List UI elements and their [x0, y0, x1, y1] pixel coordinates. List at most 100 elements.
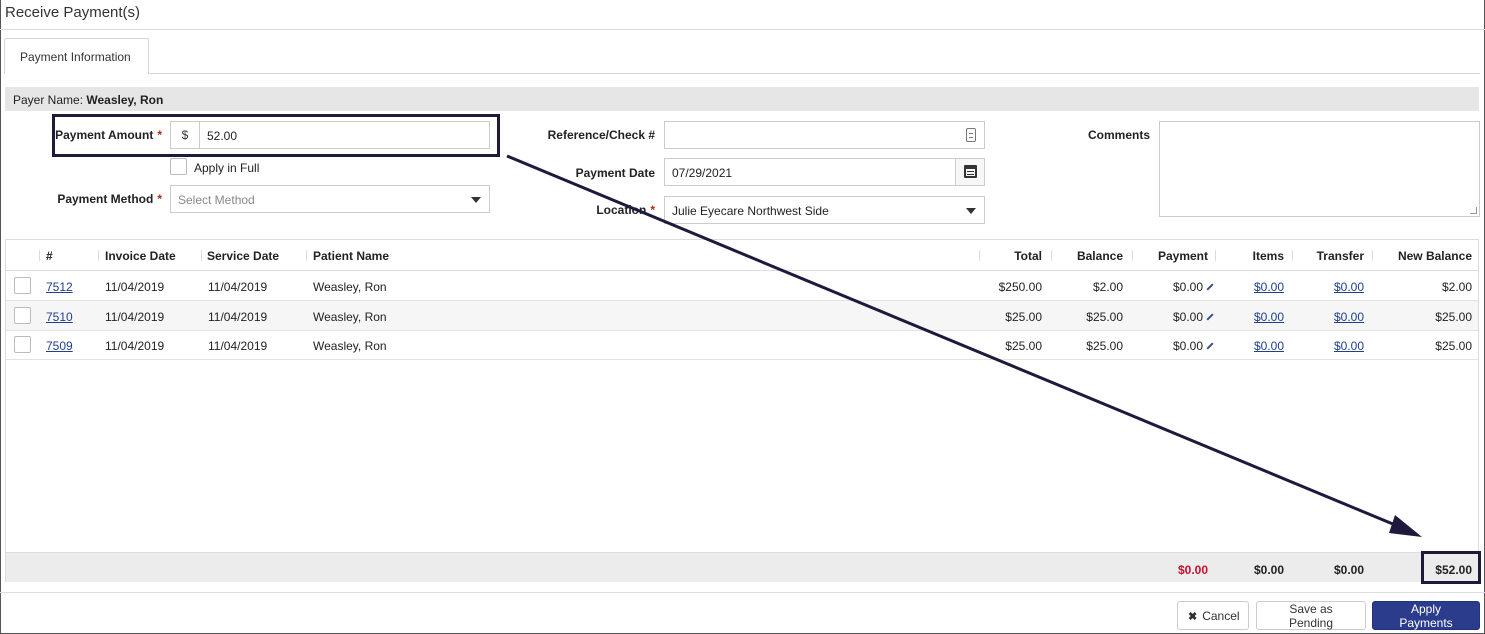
cancel-button[interactable]: ✖ Cancel — [1177, 601, 1249, 630]
column-separator — [306, 250, 307, 261]
total-cell: $250.00 — [998, 280, 1042, 294]
location-select[interactable]: Julie Eyecare Northwest Side — [664, 196, 985, 224]
items-link[interactable]: $0.00 — [1254, 339, 1284, 353]
total-cell: $25.00 — [1005, 339, 1042, 353]
service-date-cell: 11/04/2019 — [208, 310, 268, 324]
col-patient-name[interactable]: Patient Name — [313, 249, 389, 263]
new-balance-cell: $2.00 — [1441, 280, 1472, 294]
reference-lookup-icon[interactable] — [966, 128, 976, 142]
column-separator — [1372, 250, 1373, 261]
items-link[interactable]: $0.00 — [1254, 310, 1284, 324]
required-marker: * — [157, 192, 162, 206]
column-separator — [1051, 250, 1052, 261]
payment-date-value: 07/29/2021 — [672, 166, 733, 180]
column-separator — [98, 250, 99, 261]
column-separator — [1132, 250, 1133, 261]
payment-method-select[interactable]: Select Method — [170, 185, 490, 213]
invoice-link[interactable]: 7512 — [46, 280, 73, 294]
col-items[interactable]: Items — [1253, 249, 1284, 263]
row-select-checkbox[interactable] — [14, 277, 31, 294]
balance-cell: $25.00 — [1086, 310, 1123, 324]
service-date-cell: 11/04/2019 — [208, 339, 268, 353]
total-cell: $25.00 — [1005, 310, 1042, 324]
payment-method-label-text: Payment Method — [57, 192, 154, 206]
comments-label: Comments — [1087, 128, 1150, 142]
payer-bar: Payer Name: Weasley, Ron — [5, 87, 1479, 111]
payment-value: $0.00 — [1172, 310, 1203, 324]
calendar-button[interactable] — [955, 159, 984, 185]
annotation-highlight-new-balance — [1421, 551, 1481, 584]
invoice-date-cell: 11/04/2019 — [105, 310, 165, 324]
invoice-link[interactable]: 7509 — [46, 339, 73, 353]
table-row[interactable]: 7512 11/04/2019 11/04/2019 Weasley, Ron … — [6, 271, 1478, 301]
reference-input[interactable] — [664, 121, 985, 149]
col-total[interactable]: Total — [1014, 249, 1042, 263]
table-header: # Invoice Date Service Date Patient Name… — [6, 240, 1478, 271]
row-select-checkbox[interactable] — [14, 336, 31, 353]
table-row[interactable]: 7509 11/04/2019 11/04/2019 Weasley, Ron … — [6, 330, 1478, 360]
edit-pencil-icon[interactable] — [1206, 283, 1214, 291]
col-transfer[interactable]: Transfer — [1317, 249, 1364, 263]
edit-pencil-icon[interactable] — [1206, 313, 1214, 321]
payer-label: Payer Name: — [13, 93, 84, 107]
column-separator — [201, 250, 202, 261]
required-marker: * — [650, 203, 655, 217]
invoice-date-cell: 11/04/2019 — [105, 339, 165, 353]
col-balance[interactable]: Balance — [1077, 249, 1123, 263]
dialog-title: Receive Payment(s) — [5, 4, 141, 21]
col-payment[interactable]: Payment — [1158, 249, 1208, 263]
apply-payments-button[interactable]: Apply Payments — [1372, 601, 1480, 630]
invoice-link[interactable]: 7510 — [46, 310, 73, 324]
reference-label: Reference/Check # — [547, 128, 655, 142]
col-service-date[interactable]: Service Date — [207, 249, 279, 263]
resize-grip-icon[interactable] — [1470, 207, 1477, 214]
table-row[interactable]: 7510 11/04/2019 11/04/2019 Weasley, Ron … — [6, 301, 1478, 331]
payment-date-input[interactable]: 07/29/2021 — [664, 158, 985, 186]
col-new-balance[interactable]: New Balance — [1398, 249, 1472, 263]
location-label-text: Location — [596, 203, 647, 217]
annotation-highlight-amount — [52, 114, 500, 157]
title-divider — [0, 29, 1485, 30]
column-separator — [39, 250, 40, 261]
patient-name-cell: Weasley, Ron — [313, 280, 387, 294]
cancel-label: Cancel — [1202, 608, 1240, 623]
col-invoice-number[interactable]: # — [46, 249, 53, 263]
new-balance-cell: $25.00 — [1435, 310, 1472, 324]
edit-pencil-icon[interactable] — [1206, 342, 1214, 350]
payment-date-label: Payment Date — [575, 166, 655, 180]
column-separator — [979, 250, 980, 261]
dropdown-caret-icon — [471, 197, 481, 203]
transfer-link[interactable]: $0.00 — [1334, 280, 1364, 294]
transfer-link[interactable]: $0.00 — [1334, 339, 1364, 353]
location-value: Julie Eyecare Northwest Side — [672, 204, 829, 218]
payment-cell[interactable]: $0.00 — [1173, 310, 1214, 324]
items-link[interactable]: $0.00 — [1254, 280, 1284, 294]
apply-in-full-checkbox[interactable] — [170, 158, 187, 175]
dropdown-caret-icon — [966, 208, 976, 214]
tab-payment-information[interactable]: Payment Information — [4, 38, 149, 74]
row-select-checkbox[interactable] — [14, 307, 31, 324]
comments-textarea[interactable] — [1159, 121, 1480, 217]
col-invoice-date[interactable]: Invoice Date — [105, 249, 176, 263]
payment-value: $0.00 — [1172, 339, 1203, 353]
save-as-pending-button[interactable]: Save as Pending — [1256, 601, 1366, 630]
table-footer-totals: $0.00 $0.00 $0.00 $52.00 — [6, 552, 1478, 582]
payment-cell[interactable]: $0.00 — [1173, 280, 1214, 294]
close-icon: ✖ — [1188, 610, 1198, 623]
total-payment: $0.00 — [1177, 563, 1208, 577]
total-transfer: $0.00 — [1333, 563, 1364, 577]
payment-method-label: Payment Method * — [30, 192, 162, 206]
transfer-link[interactable]: $0.00 — [1334, 310, 1364, 324]
tab-divider — [149, 73, 1480, 74]
invoice-date-cell: 11/04/2019 — [105, 280, 165, 294]
column-separator — [1215, 250, 1216, 261]
payment-method-placeholder: Select Method — [178, 193, 255, 207]
payment-cell[interactable]: $0.00 — [1173, 339, 1214, 353]
payment-value: $0.00 — [1172, 280, 1203, 294]
column-separator — [1292, 250, 1293, 261]
total-items: $0.00 — [1253, 563, 1284, 577]
apply-in-full-label: Apply in Full — [194, 161, 260, 175]
payer-name: Weasley, Ron — [86, 93, 164, 107]
balance-cell: $2.00 — [1092, 280, 1123, 294]
footer-divider — [0, 592, 1485, 593]
